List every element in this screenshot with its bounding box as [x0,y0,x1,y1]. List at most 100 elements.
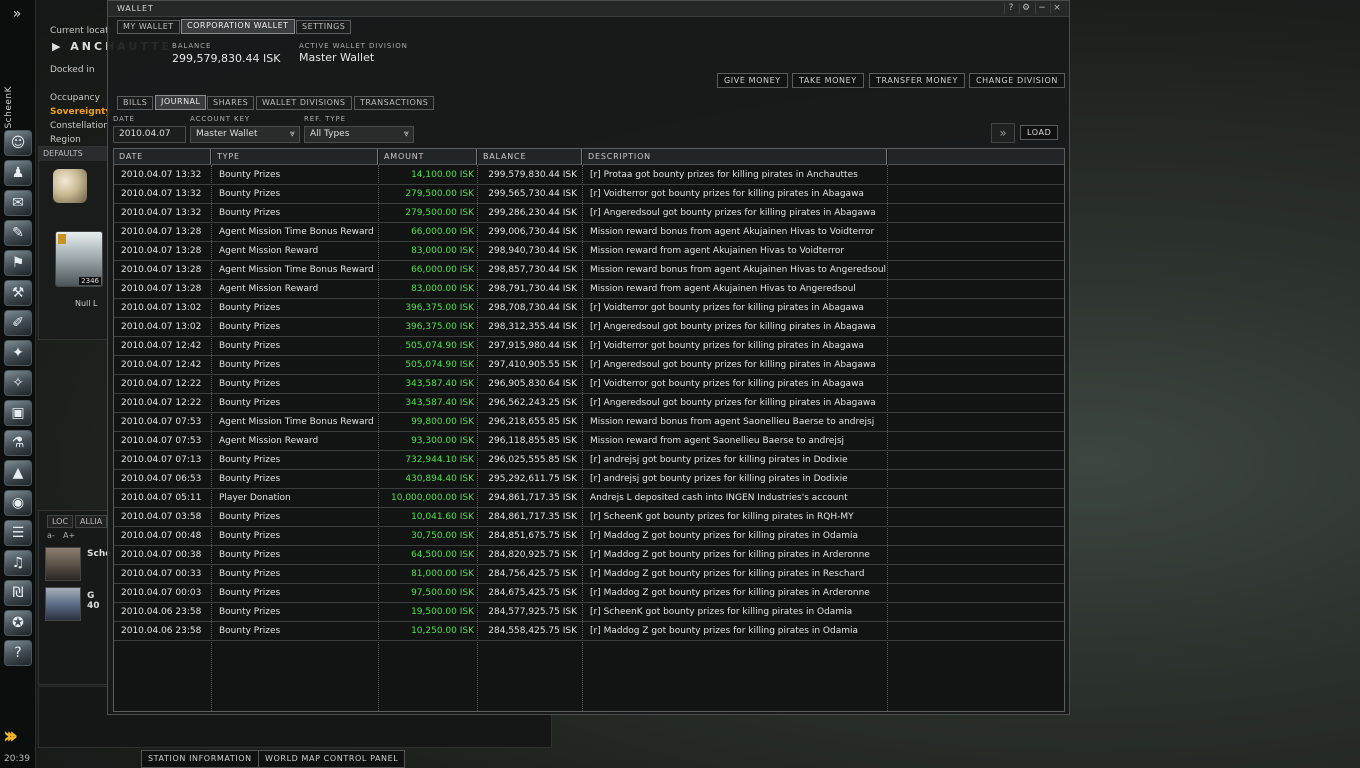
chat-tab-local[interactable]: LOC [47,515,74,528]
tab-settings[interactable]: SETTINGS [296,20,352,34]
character-name[interactable]: ScheenK [4,86,18,129]
cell-amount: 64,500.00 ISK [411,550,474,560]
table-row[interactable]: 2010.04.07 12:42 Bounty Prizes 505,074.90 … [114,356,1064,375]
tab-shares[interactable]: SHARES [207,96,255,110]
tab-wallet-divisions[interactable]: WALLET DIVISIONS [256,96,352,110]
cell-description: Mission reward bonus from agent Akujaine… [590,227,875,237]
cell-description: [r] andrejsj got bounty prizes for killi… [590,455,848,465]
give-money-button[interactable]: GIVE MONEY [717,73,788,88]
assets-icon[interactable]: ▣ [4,400,32,426]
table-row[interactable]: 2010.04.07 13:28 Agent Mission Time Bonus… [114,223,1064,242]
column-header-date[interactable]: DATE [114,149,211,165]
medal-icon[interactable]: ✪ [4,610,32,636]
change-division-button[interactable]: CHANGE DIVISION [969,73,1065,88]
avatar[interactable] [45,587,81,621]
cell-date: 2010.04.07 13:28 [121,246,202,256]
table-row[interactable]: 2010.04.07 12:22 Bounty Prizes 343,587.40 … [114,394,1064,413]
industry-icon[interactable]: ⚒ [4,280,32,306]
fitting-icon[interactable]: ✎ [4,220,32,246]
cell-type: Bounty Prizes [219,360,281,370]
people-icon[interactable]: ♟ [4,160,32,186]
account-key-select[interactable]: Master Wallet ⩔ [190,126,300,143]
cell-description: [r] Voidterror got bounty prizes for kil… [590,379,864,389]
wallet-icon[interactable]: ₪ [4,580,32,606]
tab-corporation-wallet[interactable]: CORPORATION WALLET [181,19,295,34]
table-row[interactable]: 2010.04.07 13:02 Bounty Prizes 396,375.00 … [114,318,1064,337]
table-row[interactable]: 2010.04.07 00:38 Bounty Prizes 64,500.00 I… [114,546,1064,565]
take-money-button[interactable]: TAKE MONEY [792,73,864,88]
rank-icon[interactable]: ▲ [4,460,32,486]
table-row[interactable]: 2010.04.07 12:42 Bounty Prizes 505,074.90 … [114,337,1064,356]
table-row[interactable]: 2010.04.07 13:32 Bounty Prizes 279,500.00 … [114,185,1064,204]
table-row[interactable]: 2010.04.07 13:28 Agent Mission Reward 83,0… [114,280,1064,299]
date-field[interactable]: 2010.04.07 [113,126,186,143]
item-label: Null L [75,299,98,308]
tab-transactions[interactable]: TRANSACTIONS [354,96,435,110]
table-row[interactable]: 2010.04.07 00:03 Bounty Prizes 97,500.00 I… [114,584,1064,603]
market-icon[interactable]: ⚑ [4,250,32,276]
science-icon[interactable]: ⚗ [4,430,32,456]
table-row[interactable]: 2010.04.06 23:58 Bounty Prizes 10,250.00 I… [114,622,1064,641]
column-header-description[interactable]: DESCRIPTION [583,149,887,165]
help-icon[interactable]: ? [4,640,32,666]
chat-tab-alliance[interactable]: ALLIA [75,515,108,528]
column-header-balance[interactable]: BALANCE [478,149,582,165]
table-row[interactable]: 2010.04.07 00:48 Bounty Prizes 30,750.00 I… [114,527,1064,546]
font-decrease-button[interactable]: a- [47,531,55,540]
table-row[interactable]: 2010.04.07 03:58 Bounty Prizes 10,041.60 I… [114,508,1064,527]
table-row[interactable]: 2010.04.07 13:32 Bounty Prizes 14,100.00 I… [114,166,1064,185]
journal-icon[interactable]: ☰ [4,520,32,546]
table-row[interactable]: 2010.04.07 00:33 Bounty Prizes 81,000.00 I… [114,565,1064,584]
world-map-control-panel-tab[interactable]: WORLD MAP CONTROL PANEL [258,750,406,768]
table-row[interactable]: 2010.04.06 23:58 Bounty Prizes 19,500.00 I… [114,603,1064,622]
expand-neocom-icon[interactable]: » [0,0,34,28]
ammo-item-icon[interactable]: 2346 [55,231,103,287]
cell-balance: 284,861,717.35 ISK [488,512,577,522]
tab-journal[interactable]: JOURNAL [155,95,207,110]
tab-bills[interactable]: BILLS [117,96,154,110]
table-row[interactable]: 2010.04.07 13:02 Bounty Prizes 396,375.00 … [114,299,1064,318]
starmap-icon[interactable]: ✧ [4,370,32,396]
close-button[interactable]: × [1050,3,1063,14]
browser-icon[interactable]: ◉ [4,490,32,516]
ref-type-select[interactable]: All Types ⩔ [304,126,414,143]
cell-balance: 284,577,925.75 ISK [488,607,577,617]
transfer-money-button[interactable]: TRANSFER MONEY [869,73,965,88]
map-icon[interactable]: ✦ [4,340,32,366]
table-row[interactable]: 2010.04.07 07:53 Agent Mission Reward 93,3… [114,432,1064,451]
table-row[interactable]: 2010.04.07 05:11 Player Donation 10,000,00… [114,489,1064,508]
tab-my-wallet[interactable]: MY WALLET [117,20,180,34]
settings-button[interactable]: ⚙ [1019,3,1032,14]
help-button[interactable]: ? [1004,3,1017,14]
fast-forward-icon[interactable]: ››› [3,726,33,748]
character-icon[interactable]: ☺ [4,130,32,156]
load-button[interactable]: LOAD [1020,125,1059,140]
wallet-titlebar[interactable]: WALLET ? ⚙ − × [108,1,1069,17]
table-row[interactable]: 2010.04.07 07:53 Agent Mission Time Bonus… [114,413,1064,432]
mail-icon[interactable]: ✉ [4,190,32,216]
station-information-tab[interactable]: STATION INFORMATION [141,750,259,768]
table-row[interactable]: 2010.04.07 13:28 Agent Mission Reward 83,0… [114,242,1064,261]
avatar[interactable] [45,547,81,581]
item-icon[interactable] [53,169,87,203]
cell-amount: 14,100.00 ISK [411,170,474,180]
table-row[interactable]: 2010.04.07 06:53 Bounty Prizes 430,894.40 … [114,470,1064,489]
column-header-amount[interactable]: AMOUNT [379,149,477,165]
table-row[interactable]: 2010.04.07 13:32 Bounty Prizes 279,500.00 … [114,204,1064,223]
expand-filters-icon[interactable]: » [991,123,1015,143]
chat-member-name[interactable]: G 40 [87,591,109,611]
music-icon[interactable]: ♫ [4,550,32,576]
notes-icon[interactable]: ✐ [4,310,32,336]
table-row[interactable]: 2010.04.07 07:13 Bounty Prizes 732,944.10 … [114,451,1064,470]
cell-type: Player Donation [219,493,291,503]
inventory-header[interactable]: DEFAULTS [39,147,109,161]
date-filter-label: DATE [113,115,135,123]
table-row[interactable]: 2010.04.07 12:22 Bounty Prizes 343,587.40 … [114,375,1064,394]
minimize-button[interactable]: − [1035,3,1048,14]
font-increase-button[interactable]: A+ [63,531,75,540]
column-header-type[interactable]: TYPE [212,149,378,165]
cell-amount: 396,375.00 ISK [405,303,474,313]
table-row[interactable]: 2010.04.07 13:28 Agent Mission Time Bonus… [114,261,1064,280]
cell-date: 2010.04.07 07:53 [121,417,202,427]
cell-balance: 284,675,425.75 ISK [488,588,577,598]
